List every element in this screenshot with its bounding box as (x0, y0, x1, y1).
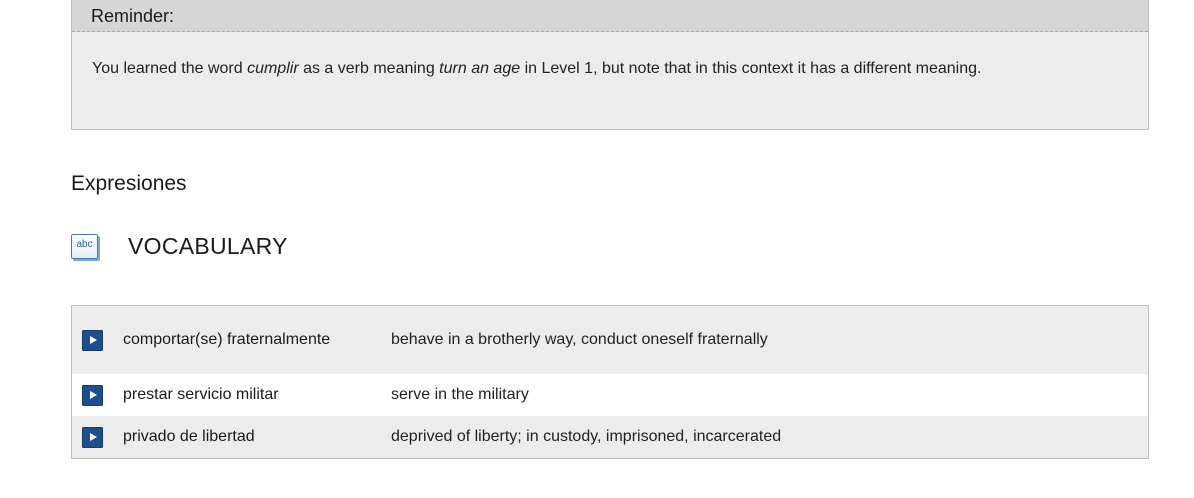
vocabulary-term: privado de libertad (123, 428, 255, 445)
vocabulary-term: comportar(se) fraternalmente (123, 331, 331, 348)
vocabulary-table: comportar(se) fraternalmente behave in a… (71, 305, 1149, 459)
vocabulary-heading: abc VOCABULARY (71, 230, 288, 262)
reminder-box: Reminder: You learned the word cumplir a… (71, 0, 1149, 130)
reminder-meaning: turn an age (439, 60, 521, 77)
reminder-text-part: as a verb meaning (298, 60, 440, 77)
vocabulary-row: privado de libertad deprived of liberty;… (72, 416, 1148, 458)
vocabulary-definition: serve in the military (391, 386, 529, 403)
reminder-word: cumplir (247, 60, 299, 77)
play-audio-button[interactable] (82, 426, 103, 448)
reminder-title: Reminder: (72, 0, 1148, 32)
vocabulary-book-icon: abc (71, 233, 98, 259)
section-title: Expresiones (71, 172, 187, 195)
reminder-text: You learned the word cumplir as a verb m… (72, 32, 1148, 84)
vocabulary-row: comportar(se) fraternalmente behave in a… (72, 306, 1148, 374)
reminder-text-part: in Level 1, but note that in this contex… (520, 60, 982, 77)
reminder-text-part: You learned the word (92, 60, 248, 77)
vocabulary-label: VOCABULARY (128, 232, 288, 259)
play-audio-button[interactable] (82, 384, 103, 406)
vocabulary-definition: deprived of liberty; in custody, impriso… (391, 428, 782, 445)
vocabulary-term: prestar servicio militar (123, 386, 279, 403)
vocabulary-definition: behave in a brotherly way, conduct onese… (391, 331, 768, 348)
play-audio-button[interactable] (82, 329, 103, 351)
vocabulary-row: prestar servicio militar serve in the mi… (72, 374, 1148, 416)
